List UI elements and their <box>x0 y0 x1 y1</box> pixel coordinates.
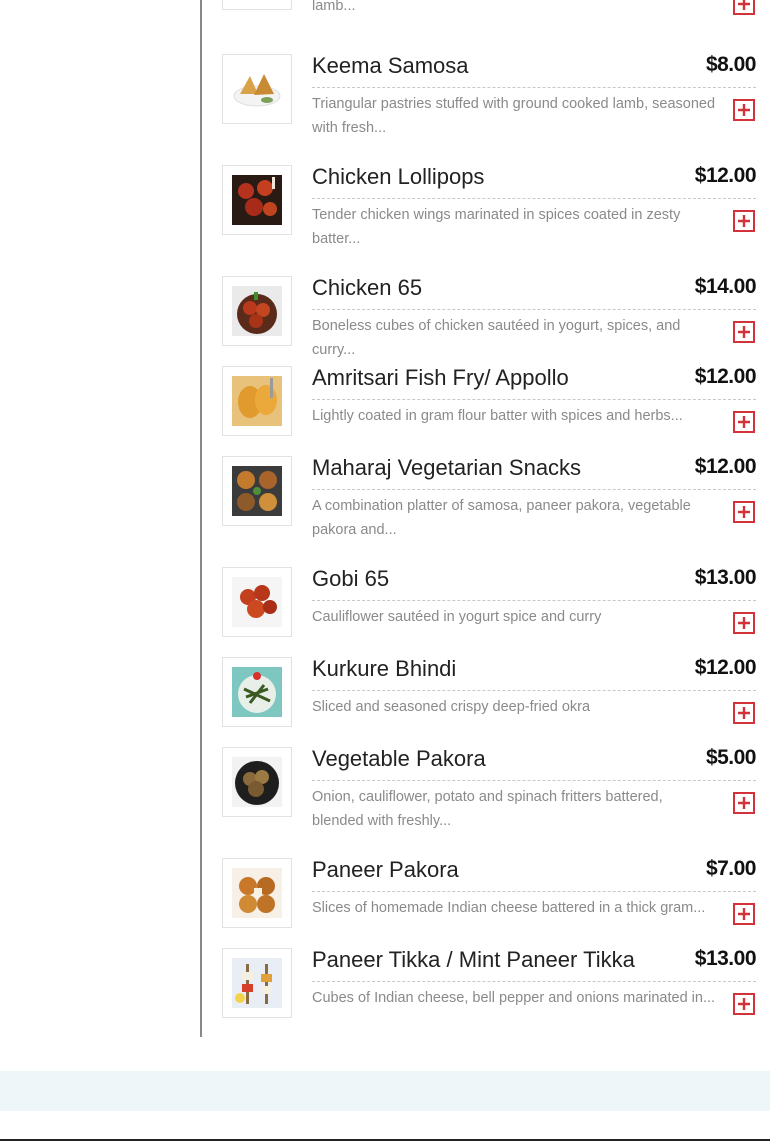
divider <box>312 399 756 400</box>
menu-item-price: $8.00 <box>705 53 757 76</box>
menu-item-price: $12.00 <box>694 656 757 679</box>
menu-item-price: $7.00 <box>705 857 757 880</box>
divider <box>312 600 756 601</box>
plus-icon <box>738 506 750 518</box>
vegetable-pakora-image[interactable] <box>222 747 292 817</box>
menu-item-price: $12.00 <box>694 455 757 478</box>
menu-item-description: Cubes of Indian cheese, bell pepper and … <box>312 990 716 1006</box>
add-to-cart-button[interactable] <box>733 0 755 15</box>
menu-item-description: Boneless cubes of chicken sautéed in yog… <box>312 318 681 358</box>
plus-icon <box>738 104 750 116</box>
menu-item-name[interactable]: Chicken 65 <box>312 276 422 300</box>
add-to-cart-button[interactable] <box>733 411 755 433</box>
menu-item-name[interactable]: Paneer Pakora <box>312 858 459 882</box>
plus-icon <box>738 908 750 920</box>
divider <box>312 87 756 88</box>
menu-item-price: $14.00 <box>694 275 757 298</box>
menu-item-name[interactable]: Maharaj Vegetarian Snacks <box>312 456 581 480</box>
divider <box>312 891 756 892</box>
menu-item-description: Slices of homemade Indian cheese battere… <box>312 900 706 916</box>
menu-item-name[interactable]: Amritsari Fish Fry/ Appollo <box>312 366 569 390</box>
menu-item-description: Cauliflower sautéed in yogurt spice and … <box>312 609 602 625</box>
add-to-cart-button[interactable] <box>733 702 755 724</box>
menu-item-description: Lightly coated in gram flour batter with… <box>312 408 683 424</box>
divider <box>312 309 756 310</box>
plus-icon <box>738 326 750 338</box>
plus-icon <box>738 416 750 428</box>
menu-item-name[interactable]: Chicken Lollipops <box>312 165 484 189</box>
keema-samosa-image[interactable] <box>222 54 292 124</box>
menu-item-name[interactable]: Vegetable Pakora <box>312 747 486 771</box>
add-to-cart-button[interactable] <box>733 792 755 814</box>
menu-item-description: Triangular pastries stuffed with ground … <box>312 96 716 136</box>
add-to-cart-button[interactable] <box>733 99 755 121</box>
chicken-lollipops-image[interactable] <box>222 165 292 235</box>
menu-item-name[interactable]: Keema Samosa <box>312 54 469 78</box>
paneer-tikka-image[interactable] <box>222 948 292 1018</box>
plus-icon <box>738 998 750 1010</box>
divider <box>312 690 756 691</box>
plus-icon <box>738 617 750 629</box>
sidebar-divider <box>200 0 202 1037</box>
maharaj-vegetarian-snacks-image[interactable] <box>222 456 292 526</box>
add-to-cart-button[interactable] <box>733 612 755 634</box>
menu-item-price: $12.00 <box>694 164 757 187</box>
divider <box>312 198 756 199</box>
menu-item-price: $13.00 <box>694 566 757 589</box>
plus-icon <box>738 797 750 809</box>
divider <box>312 489 756 490</box>
chicken-65-image[interactable] <box>222 276 292 346</box>
menu-item-description: A combination platter of samosa, paneer … <box>312 498 691 538</box>
plus-icon <box>738 0 750 10</box>
menu-item-name[interactable]: Paneer Tikka / Mint Paneer Tikka <box>312 948 635 972</box>
footer-band <box>0 1071 770 1111</box>
divider <box>312 780 756 781</box>
menu-item-description: Onion, cauliflower, potato and spinach f… <box>312 789 663 829</box>
paneer-pakora-image[interactable] <box>222 858 292 928</box>
menu-item-description: Tender chicken wings marinated in spices… <box>312 207 681 247</box>
menu-item-price: $13.00 <box>694 947 757 970</box>
add-to-cart-button[interactable] <box>733 210 755 232</box>
menu-item-description: Sliced and seasoned crispy deep-fried ok… <box>312 699 591 715</box>
add-to-cart-button[interactable] <box>733 993 755 1015</box>
kurkure-bhindi-image[interactable] <box>222 657 292 727</box>
menu-item-description: lamb... <box>312 0 356 14</box>
amritsari-fish-fry-image[interactable] <box>222 366 292 436</box>
gobi-65-image[interactable] <box>222 567 292 637</box>
add-to-cart-button[interactable] <box>733 903 755 925</box>
menu-item-image <box>222 0 292 10</box>
menu-item-price: $5.00 <box>705 746 757 769</box>
divider <box>312 981 756 982</box>
plus-icon <box>738 707 750 719</box>
menu-item-name[interactable]: Kurkure Bhindi <box>312 657 456 681</box>
add-to-cart-button[interactable] <box>733 501 755 523</box>
menu-item-price: $12.00 <box>694 365 757 388</box>
add-to-cart-button[interactable] <box>733 321 755 343</box>
menu-item-name[interactable]: Gobi 65 <box>312 567 389 591</box>
plus-icon <box>738 215 750 227</box>
